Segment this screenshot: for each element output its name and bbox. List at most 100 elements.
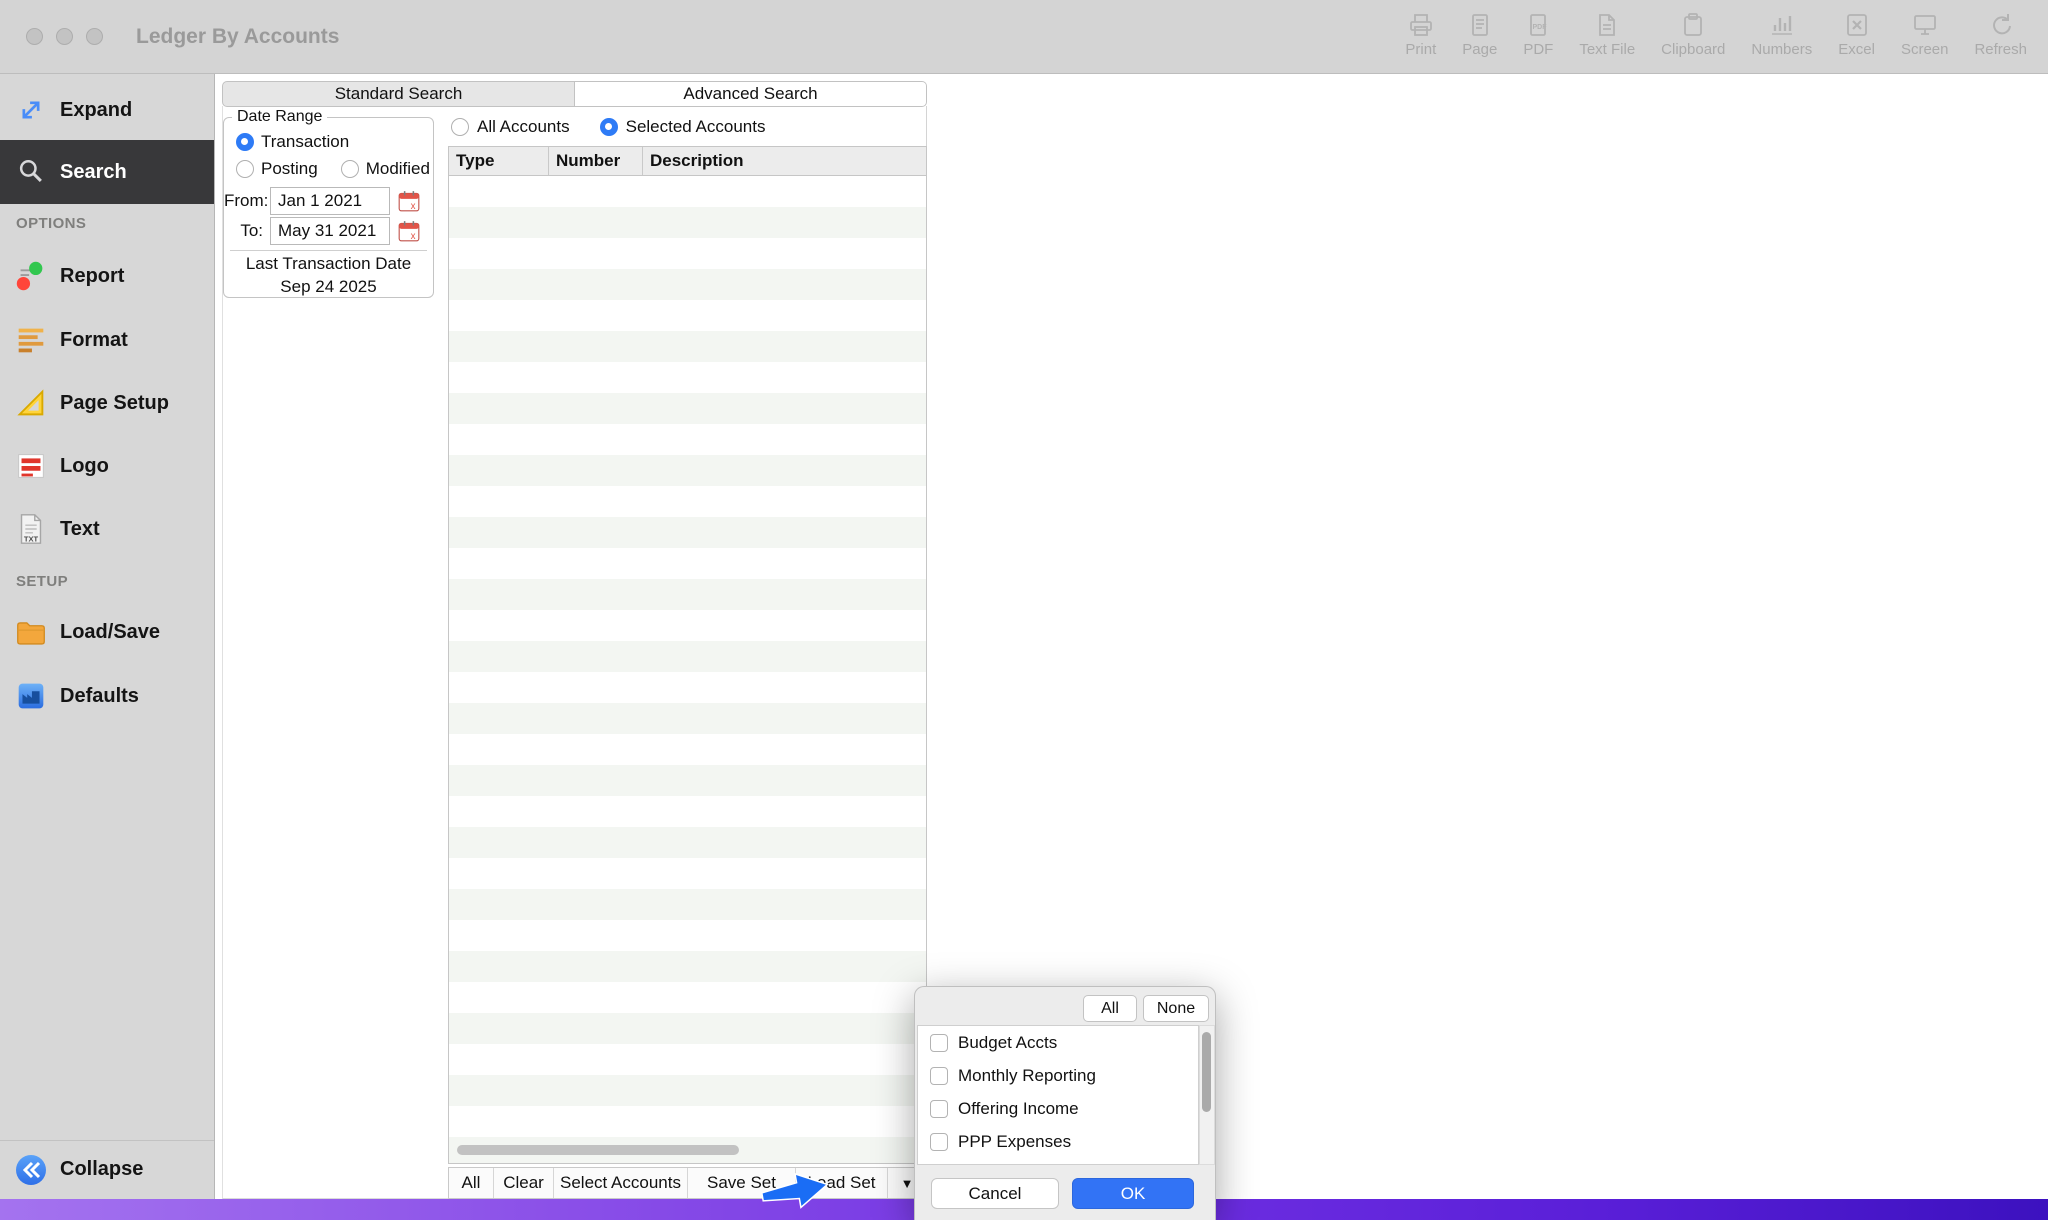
posting-radio[interactable] <box>236 160 254 178</box>
from-date-input[interactable] <box>270 187 390 215</box>
toolbar-label: Page <box>1462 41 1497 58</box>
sidebar-section-setup: SETUP <box>16 573 68 590</box>
sidebar-item-load-save[interactable]: Load/Save <box>0 602 214 662</box>
cancel-button[interactable]: Cancel <box>931 1178 1059 1209</box>
toolbar-label: Numbers <box>1751 41 1812 58</box>
vertical-scrollbar[interactable] <box>1199 1025 1215 1165</box>
all-accounts-radio-group[interactable]: All Accounts <box>451 117 570 137</box>
to-date-row: To: x <box>224 217 433 245</box>
ok-button[interactable]: OK <box>1072 1178 1194 1209</box>
transaction-radio[interactable] <box>236 133 254 151</box>
sidebar-item-page-setup[interactable]: Page Setup <box>0 373 214 433</box>
pdf-icon: PDF <box>1524 11 1552 39</box>
divider <box>230 250 427 251</box>
accounts-table-body[interactable] <box>449 176 926 1163</box>
titlebar: Ledger By Accounts Print Page PDF <box>0 0 2048 74</box>
from-date-row: From: x <box>224 187 433 215</box>
svg-text:x: x <box>411 201 416 212</box>
sidebar-item-label: Page Setup <box>60 392 169 415</box>
selected-accounts-radio[interactable] <box>600 118 618 136</box>
list-item-offering-income[interactable]: Offering Income <box>918 1092 1198 1125</box>
minimize-button[interactable] <box>56 28 73 45</box>
select-none-button[interactable]: None <box>1143 995 1209 1022</box>
sidebar-item-logo[interactable]: Logo <box>0 436 214 496</box>
magnifier-icon <box>12 153 50 191</box>
search-tab-bar: Standard Search Advanced Search <box>222 81 927 107</box>
sidebar-item-format[interactable]: Format <box>0 310 214 370</box>
from-label: From: <box>224 191 270 211</box>
selected-accounts-radio-group[interactable]: Selected Accounts <box>600 117 766 137</box>
column-header-description: Description <box>643 147 926 175</box>
vertical-scrollbar-thumb[interactable] <box>1202 1032 1211 1112</box>
close-button[interactable] <box>26 28 43 45</box>
checkbox[interactable] <box>930 1133 948 1151</box>
toolbar-label: Screen <box>1901 41 1949 58</box>
sidebar-section-options: OPTIONS <box>16 215 86 232</box>
horizontal-scrollbar-thumb[interactable] <box>457 1145 739 1155</box>
screen: Ledger By Accounts Print Page PDF <box>0 0 2048 1220</box>
selected-accounts-label: Selected Accounts <box>626 117 766 137</box>
account-set-list: Budget Accts Monthly Reporting Offering … <box>917 1025 1199 1165</box>
pdf-button[interactable]: PDF PDF <box>1510 0 1566 74</box>
all-accounts-radio[interactable] <box>451 118 469 136</box>
print-button[interactable]: Print <box>1392 0 1449 74</box>
account-actions-bar: All Clear Select Accounts Save Set Load … <box>448 1167 927 1199</box>
refresh-button[interactable]: Refresh <box>1961 0 2040 74</box>
sidebar-item-collapse[interactable]: Collapse <box>0 1140 214 1198</box>
traffic-lights <box>26 28 103 45</box>
from-calendar-button[interactable]: x <box>397 189 421 213</box>
page-button[interactable]: Page <box>1449 0 1510 74</box>
date-range-legend: Date Range <box>232 108 327 126</box>
sidebar-item-report[interactable]: Report <box>0 246 214 306</box>
tab-advanced-search[interactable]: Advanced Search <box>575 82 926 106</box>
toolbar-label: Excel <box>1838 41 1875 58</box>
last-transaction-label: Last Transaction Date <box>224 254 433 274</box>
expand-diagonal-icon <box>12 91 50 129</box>
checkbox[interactable] <box>930 1067 948 1085</box>
list-item-monthly-reporting[interactable]: Monthly Reporting <box>918 1059 1198 1092</box>
sidebar-item-label: Logo <box>60 455 109 478</box>
transaction-radio-row: Transaction <box>236 132 349 152</box>
screen-icon <box>1911 11 1939 39</box>
zoom-button[interactable] <box>86 28 103 45</box>
clear-button[interactable]: Clear <box>493 1168 553 1198</box>
tab-standard-search[interactable]: Standard Search <box>223 82 575 106</box>
all-accounts-label: All Accounts <box>477 117 570 137</box>
format-lines-icon <box>12 321 50 359</box>
modified-radio[interactable] <box>341 160 359 178</box>
posting-modified-radio-row: Posting Modified <box>236 159 430 179</box>
to-label: To: <box>224 221 270 241</box>
bar-chart-icon <box>1768 11 1796 39</box>
list-item-label: Monthly Reporting <box>958 1066 1096 1086</box>
accounts-table-header: Type Number Description <box>449 147 926 176</box>
account-set-popover: All None Budget Accts Monthly Reporting … <box>914 986 1216 1220</box>
clipboard-button[interactable]: Clipboard <box>1648 0 1738 74</box>
numbers-button[interactable]: Numbers <box>1738 0 1825 74</box>
sidebar-item-search[interactable]: Search <box>0 140 214 204</box>
list-item-label: Offering Income <box>958 1099 1079 1119</box>
set-square-icon <box>12 384 50 422</box>
printer-icon <box>1407 11 1435 39</box>
to-calendar-button[interactable]: x <box>397 219 421 243</box>
select-all-button[interactable]: All <box>1083 995 1137 1022</box>
pointer-arrow-annotation <box>760 1168 832 1214</box>
date-range-group: Date Range Transaction Posting Modified … <box>223 117 434 298</box>
sidebar-item-expand[interactable]: Expand <box>0 80 214 140</box>
all-button[interactable]: All <box>449 1168 493 1198</box>
screen-button[interactable]: Screen <box>1888 0 1962 74</box>
checkbox[interactable] <box>930 1034 948 1052</box>
sidebar-item-label: Load/Save <box>60 621 160 644</box>
text-file-button[interactable]: Text File <box>1566 0 1648 74</box>
select-accounts-button[interactable]: Select Accounts <box>553 1168 687 1198</box>
checkbox[interactable] <box>930 1100 948 1118</box>
sidebar-item-defaults[interactable]: Defaults <box>0 666 214 726</box>
refresh-icon <box>1987 11 2015 39</box>
clipboard-icon <box>1679 11 1707 39</box>
to-date-input[interactable] <box>270 217 390 245</box>
list-item-ppp-expenses[interactable]: PPP Expenses <box>918 1125 1198 1158</box>
excel-button[interactable]: Excel <box>1825 0 1888 74</box>
sidebar-item-text[interactable]: TXT Text <box>0 499 214 559</box>
list-item-budget-accts[interactable]: Budget Accts <box>918 1026 1198 1059</box>
defaults-building-icon <box>12 677 50 715</box>
sidebar-item-label: Expand <box>60 99 132 122</box>
